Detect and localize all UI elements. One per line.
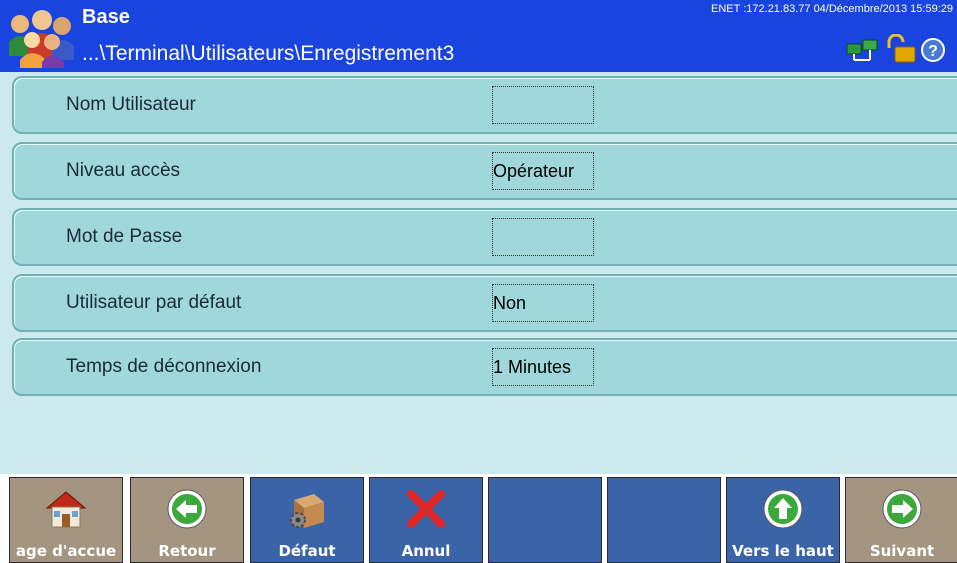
empty-softkey-6[interactable] <box>607 477 721 563</box>
field-label: Mot de Passe <box>66 226 183 247</box>
svg-text:?: ? <box>928 43 938 60</box>
scroll-up-button[interactable]: Vers le haut <box>726 477 840 563</box>
cancel-button[interactable]: Annul <box>369 477 483 563</box>
form-area: Nom Utilisateur Niveau accès Opérateur M… <box>0 72 957 474</box>
access-level-field[interactable]: Opérateur <box>492 152 594 190</box>
default-user-field[interactable]: Non <box>492 284 594 322</box>
back-button[interactable]: Retour <box>130 477 244 563</box>
home-button-label: age d'accue <box>15 542 117 560</box>
field-row-default-user[interactable]: Utilisateur par défaut Non <box>12 274 957 332</box>
field-label: Nom Utilisateur <box>66 94 196 115</box>
users-icon <box>9 10 74 68</box>
red-x-icon <box>407 490 445 528</box>
logout-time-field[interactable]: 1 Minutes <box>492 348 594 386</box>
default-button[interactable]: Défaut <box>250 477 364 563</box>
back-button-label: Retour <box>158 542 216 560</box>
title-bar: Base ...\Terminal\Utilisateurs\Enregistr… <box>0 0 957 72</box>
help-icon[interactable]: ? <box>921 38 945 62</box>
field-label: Niveau accès <box>66 160 181 181</box>
arrow-right-icon <box>882 489 922 529</box>
network-icon <box>846 39 878 61</box>
field-row-access-level[interactable]: Niveau accès Opérateur <box>12 142 957 200</box>
field-label: Utilisateur par défaut <box>66 292 242 313</box>
breadcrumb: ...\Terminal\Utilisateurs\Enregistrement… <box>82 42 455 65</box>
arrow-up-icon <box>763 489 803 529</box>
softkey-bar: age d'accue Retour Défaut Annul Vers le … <box>0 474 957 563</box>
box-gear-icon <box>290 494 324 528</box>
home-button[interactable]: age d'accue <box>9 477 123 563</box>
cancel-button-label: Annul <box>401 542 451 560</box>
field-label: Temps de déconnexion <box>66 356 262 377</box>
arrow-left-icon <box>167 489 207 529</box>
next-button-label: Suivant <box>869 542 935 560</box>
next-button[interactable]: Suivant <box>845 477 957 563</box>
status-icons: ? <box>846 34 945 63</box>
home-icon <box>45 491 87 528</box>
empty-softkey-5[interactable] <box>488 477 602 563</box>
username-field[interactable] <box>492 86 594 124</box>
status-text: ENET :172.21.83.77 04/Décembre/2013 15:5… <box>711 3 953 15</box>
padlock-open-icon <box>887 34 916 63</box>
default-button-label: Défaut <box>278 542 336 560</box>
password-field[interactable] <box>492 218 594 256</box>
field-row-username[interactable]: Nom Utilisateur <box>12 76 957 134</box>
page-title: Base <box>82 6 130 28</box>
field-row-logout-time[interactable]: Temps de déconnexion 1 Minutes <box>12 338 957 396</box>
field-row-password[interactable]: Mot de Passe <box>12 208 957 266</box>
scroll-up-button-label: Vers le haut <box>732 542 834 560</box>
